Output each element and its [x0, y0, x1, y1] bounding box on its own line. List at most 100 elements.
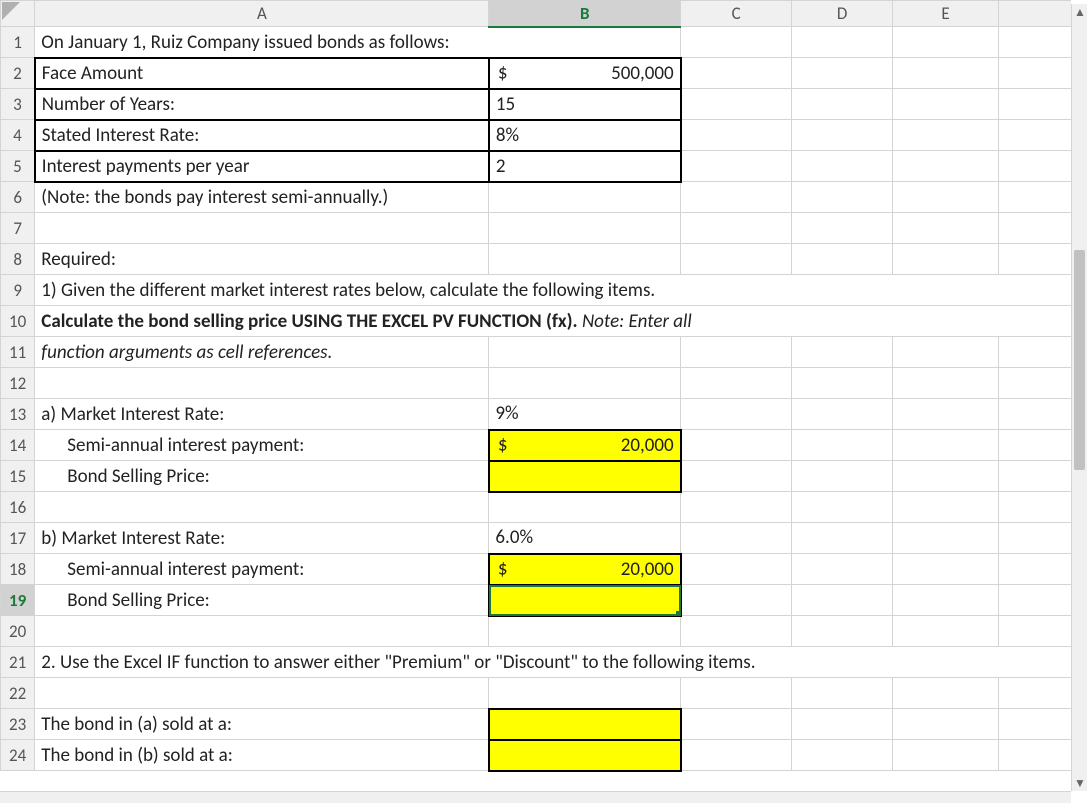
cell-F15[interactable] [999, 461, 1071, 492]
cell-B24[interactable] [489, 740, 681, 771]
cell-C3[interactable] [681, 89, 792, 120]
cell-B16[interactable] [489, 492, 681, 523]
cell-D1[interactable] [792, 27, 893, 58]
cell-E15[interactable] [893, 461, 999, 492]
row-header-5[interactable]: 5 [1, 151, 35, 182]
cell-D13[interactable] [792, 399, 893, 430]
cell-C8[interactable] [681, 244, 792, 275]
cell-C12[interactable] [681, 368, 792, 399]
cell-B17[interactable]: 6.0% [489, 523, 681, 554]
cell-E19[interactable] [893, 585, 999, 616]
cell-E1[interactable] [893, 27, 999, 58]
cell-E6[interactable] [893, 182, 999, 213]
row-header-13[interactable]: 13 [1, 399, 35, 430]
row-header-8[interactable]: 8 [1, 244, 35, 275]
cell-C24[interactable] [681, 740, 792, 771]
cell-E20[interactable] [893, 616, 999, 647]
cell-F16[interactable] [999, 492, 1071, 523]
cell-D22[interactable] [792, 678, 893, 709]
cell-D8[interactable] [792, 244, 893, 275]
cell-C19[interactable] [681, 585, 792, 616]
cell-C20[interactable] [681, 616, 792, 647]
cell-F8[interactable] [999, 244, 1071, 275]
cell-F11[interactable] [999, 337, 1071, 368]
cell-A21[interactable]: 2. Use the Excel IF function to answer e… [35, 647, 1071, 678]
cell-F2[interactable] [999, 58, 1071, 89]
cell-D6[interactable] [792, 182, 893, 213]
cell-F14[interactable] [999, 430, 1071, 461]
cell-F4[interactable] [999, 120, 1071, 151]
cell-C7[interactable] [681, 213, 792, 244]
cell-A11[interactable]: function arguments as cell references. [35, 337, 489, 368]
cell-C13[interactable] [681, 399, 792, 430]
cell-A22[interactable] [35, 678, 489, 709]
cell-B18[interactable]: $ 20,000 [489, 554, 681, 585]
cell-B6[interactable] [489, 182, 681, 213]
cell-A12[interactable] [35, 368, 489, 399]
cell-F3[interactable] [999, 89, 1071, 120]
cell-B11[interactable] [489, 337, 681, 368]
row-header-4[interactable]: 4 [1, 120, 35, 151]
cell-C11[interactable] [681, 337, 792, 368]
col-header-A[interactable]: A [35, 1, 489, 27]
cell-F24[interactable] [999, 740, 1071, 771]
cell-F20[interactable] [999, 616, 1071, 647]
cell-E12[interactable] [893, 368, 999, 399]
cell-E18[interactable] [893, 554, 999, 585]
cell-A7[interactable] [35, 213, 489, 244]
cell-C18[interactable] [681, 554, 792, 585]
cell-F18[interactable] [999, 554, 1071, 585]
cell-F12[interactable] [999, 368, 1071, 399]
row-header-11[interactable]: 11 [1, 337, 35, 368]
cell-E2[interactable] [893, 58, 999, 89]
cell-E14[interactable] [893, 430, 999, 461]
row-header-23[interactable]: 23 [1, 709, 35, 740]
row-header-16[interactable]: 16 [1, 492, 35, 523]
worksheet-grid[interactable]: A B C D E 1 On January 1, Ruiz Company i… [0, 0, 1071, 791]
cell-F1[interactable] [999, 27, 1071, 58]
cell-E7[interactable] [893, 213, 999, 244]
row-header-21[interactable]: 21 [1, 647, 35, 678]
cell-B8[interactable] [489, 244, 681, 275]
col-header-D[interactable]: D [792, 1, 893, 27]
cell-B4[interactable]: 8% [489, 120, 681, 151]
cell-F7[interactable] [999, 213, 1071, 244]
cell-E3[interactable] [893, 89, 999, 120]
horizontal-scrollbar[interactable] [0, 791, 1071, 803]
cell-F13[interactable] [999, 399, 1071, 430]
cell-D5[interactable] [792, 151, 893, 182]
scroll-thumb[interactable] [1074, 250, 1085, 470]
row-header-7[interactable]: 7 [1, 213, 35, 244]
cell-A15[interactable]: Bond Selling Price: [35, 461, 489, 492]
cell-C15[interactable] [681, 461, 792, 492]
cell-F22[interactable] [999, 678, 1071, 709]
cell-B13[interactable]: 9% [489, 399, 681, 430]
row-header-9[interactable]: 9 [1, 275, 35, 306]
cell-B5[interactable]: 2 [489, 151, 681, 182]
cell-A24[interactable]: The bond in (b) sold at a: [35, 740, 489, 771]
cell-B7[interactable] [489, 213, 681, 244]
cell-B19[interactable] [489, 585, 681, 616]
cell-A3[interactable]: Number of Years: [35, 89, 489, 120]
row-header-19[interactable]: 19 [1, 585, 35, 616]
cell-A9[interactable]: 1) Given the different market interest r… [35, 275, 1071, 306]
row-header-24[interactable]: 24 [1, 740, 35, 771]
cell-B14[interactable]: $ 20,000 [489, 430, 681, 461]
cell-C6[interactable] [681, 182, 792, 213]
cell-D11[interactable] [792, 337, 893, 368]
cell-E8[interactable] [893, 244, 999, 275]
cell-C14[interactable] [681, 430, 792, 461]
cell-D15[interactable] [792, 461, 893, 492]
cell-A10[interactable]: Calculate the bond selling price USING T… [35, 306, 1071, 337]
col-header-F[interactable] [999, 1, 1071, 27]
cell-D24[interactable] [792, 740, 893, 771]
cell-A13[interactable]: a) Market Interest Rate: [35, 399, 489, 430]
cell-C4[interactable] [681, 120, 792, 151]
cell-A23[interactable]: The bond in (a) sold at a: [35, 709, 489, 740]
cell-A5[interactable]: Interest payments per year [35, 151, 489, 182]
cell-B12[interactable] [489, 368, 681, 399]
cell-D19[interactable] [792, 585, 893, 616]
cell-D14[interactable] [792, 430, 893, 461]
col-header-B[interactable]: B [489, 1, 681, 27]
cell-C22[interactable] [681, 678, 792, 709]
